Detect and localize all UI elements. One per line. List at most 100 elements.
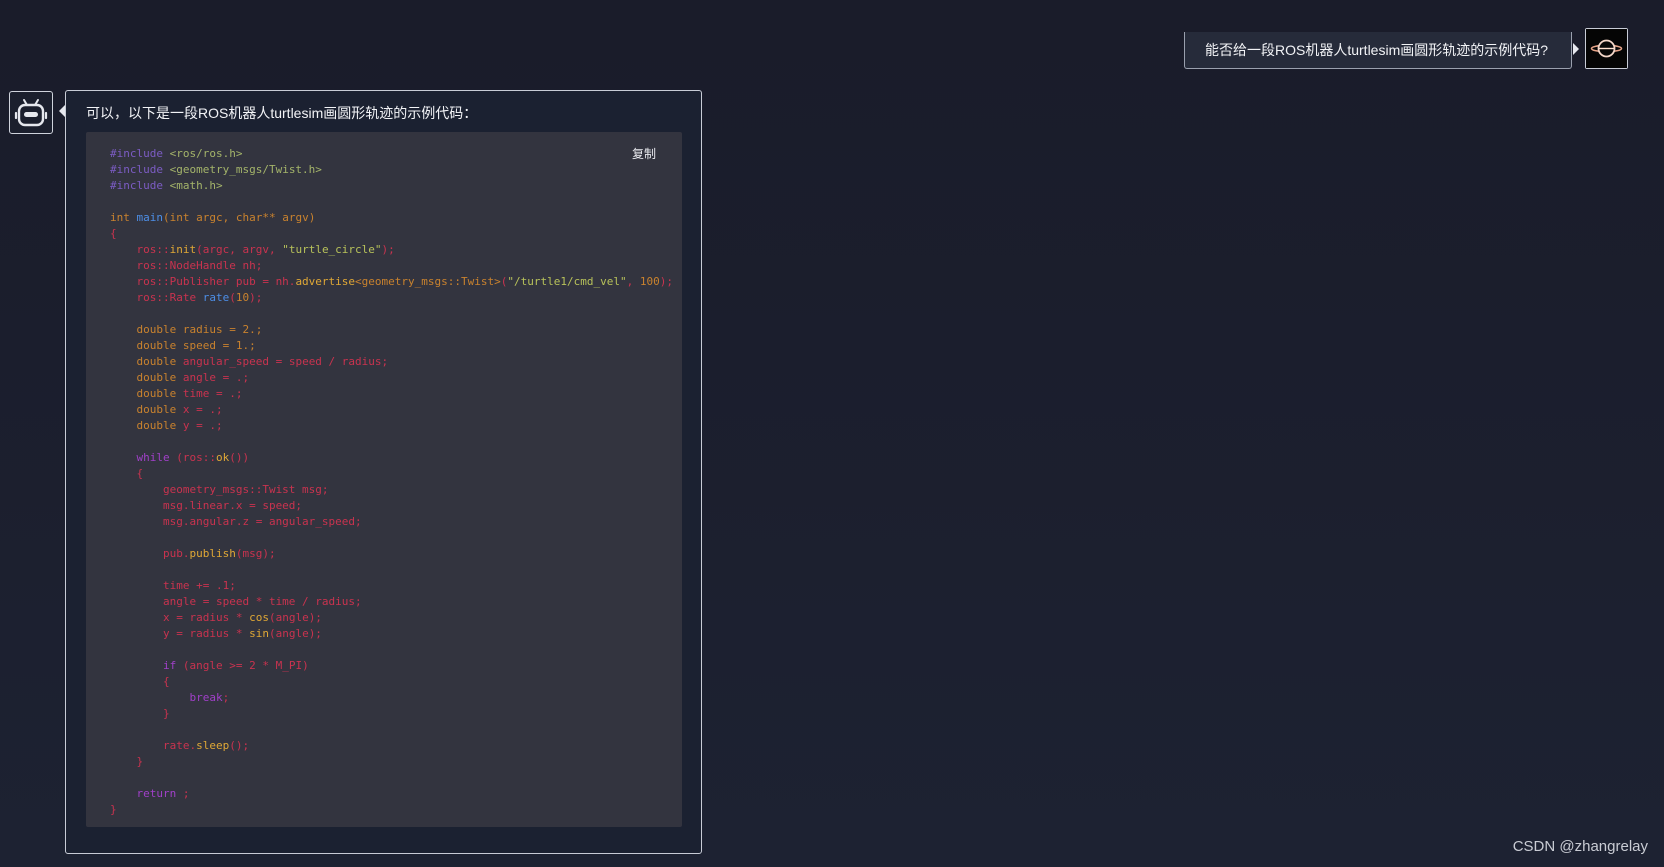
code-token: (angle); [268, 627, 322, 640]
code-token: double radius = 2.; [110, 323, 263, 336]
code-token: angular_speed = speed / radius; [182, 355, 389, 368]
code-token: main [136, 211, 164, 224]
code-token: , [626, 275, 640, 288]
code-token: y = .; [182, 419, 223, 432]
code-line: double angular_speed = speed / radius; [110, 354, 673, 370]
code-line: } [110, 706, 673, 722]
code-token: msg.linear.x = speed; [110, 499, 303, 512]
code-token: (); [229, 739, 250, 752]
code-line: } [110, 754, 673, 770]
code-line: #include <ros/ros.h> [110, 146, 673, 162]
code-token: ); [249, 291, 263, 304]
code-token: x = radius * [110, 611, 250, 624]
code-content: #include <ros/ros.h> #include <geometry_m… [110, 146, 673, 818]
code-token: x = .; [182, 403, 223, 416]
code-line: while (ros::ok()) [110, 450, 673, 466]
code-token: 100 [639, 275, 660, 288]
code-token: ros::NodeHandle nh; [110, 259, 263, 272]
code-line: { [110, 674, 673, 690]
black-hole-icon [1586, 29, 1627, 68]
code-token: double [110, 387, 183, 400]
code-token: break [110, 691, 223, 704]
code-block: 复制 #include <ros/ros.h> #include <geometr… [86, 132, 682, 827]
code-token: double [110, 371, 183, 384]
code-line: time += .1; [110, 578, 673, 594]
code-token: } [110, 707, 170, 720]
code-token: { [110, 467, 144, 480]
code-token: rate. [110, 739, 197, 752]
user-avatar[interactable] [1585, 28, 1628, 69]
user-bubble-tail [1573, 43, 1579, 55]
code-token: ros::Rate [110, 291, 203, 304]
code-token: (ros:: [169, 451, 216, 464]
code-line: geometry_msgs::Twist msg; [110, 482, 673, 498]
code-token: time += .1; [110, 579, 236, 592]
code-line: msg.angular.z = angular_speed; [110, 514, 673, 530]
code-token: <math.h> [162, 179, 223, 192]
code-line: ros::NodeHandle nh; [110, 258, 673, 274]
code-line: double time = .; [110, 386, 673, 402]
code-line: ros::Publisher pub = nh.advertise<geomet… [110, 274, 673, 290]
code-token: ; [222, 691, 230, 704]
bot-message-bubble: 可以，以下是一段ROS机器人turtlesim画圆形轨迹的示例代码： 复制 #i… [65, 90, 702, 854]
code-line: double y = .; [110, 418, 673, 434]
code-token: geometry_msgs::Twist msg; [110, 483, 329, 496]
code-line: double speed = 1.; [110, 338, 673, 354]
code-token: while [110, 451, 170, 464]
code-token: <geometry_msgs::Twist> [355, 275, 501, 288]
code-token: <geometry_msgs/Twist.h> [162, 163, 322, 176]
code-token: advertise [295, 275, 356, 288]
code-token: ( [229, 291, 236, 304]
bot-intro-text: 可以，以下是一段ROS机器人turtlesim画圆形轨迹的示例代码： [86, 105, 478, 121]
code-line: y = radius * sin(angle); [110, 626, 673, 642]
code-line: break; [110, 690, 673, 706]
code-token: ok [215, 451, 230, 464]
code-line: if (angle >= 2 * M_PI) [110, 658, 673, 674]
code-token: pub. [110, 547, 190, 560]
code-token: y = radius * [110, 627, 250, 640]
code-token: sleep [196, 739, 230, 752]
code-line: #include <math.h> [110, 178, 673, 194]
code-token: (int argc, char** argv) [163, 211, 316, 224]
code-line: angle = speed * time / radius; [110, 594, 673, 610]
code-token: ); [659, 275, 673, 288]
code-line: int main(int argc, char** argv) [110, 210, 673, 226]
code-token: <ros/ros.h> [162, 147, 243, 160]
code-line: #include <geometry_msgs/Twist.h> [110, 162, 673, 178]
bot-avatar [9, 91, 53, 134]
code-line: msg.linear.x = speed; [110, 498, 673, 514]
code-line: ros::init(argc, argv, "turtle_circle"); [110, 242, 673, 258]
code-token: ()) [229, 451, 250, 464]
code-line: { [110, 466, 673, 482]
code-token: (msg); [235, 547, 276, 560]
code-line: x = radius * cos(angle); [110, 610, 673, 626]
code-token: "turtle_circle" [282, 243, 382, 256]
code-token: (angle); [268, 611, 322, 624]
code-line: { [110, 226, 673, 242]
code-token: double [110, 403, 183, 416]
code-line: return ; [110, 786, 673, 802]
user-message-bubble: 能否给一段ROS机器人turtlesim画圆形轨迹的示例代码? [1184, 32, 1572, 69]
code-token: ros:: [110, 243, 170, 256]
code-token: angle = .; [182, 371, 250, 384]
code-token: ; [176, 787, 190, 800]
code-token: init [169, 243, 197, 256]
code-line: double x = .; [110, 402, 673, 418]
code-line: } [110, 802, 673, 818]
code-token: { [110, 675, 170, 688]
user-message-text: 能否给一段ROS机器人turtlesim画圆形轨迹的示例代码? [1205, 42, 1549, 58]
code-token: #include [110, 179, 163, 192]
code-line: double angle = .; [110, 370, 673, 386]
code-token: int [110, 211, 130, 224]
code-token: double [110, 355, 183, 368]
code-token: angle = speed * time / radius; [110, 595, 362, 608]
code-token: { [110, 227, 117, 240]
code-token: return [110, 787, 177, 800]
code-token: "/turtle1/cmd_vel" [507, 275, 627, 288]
